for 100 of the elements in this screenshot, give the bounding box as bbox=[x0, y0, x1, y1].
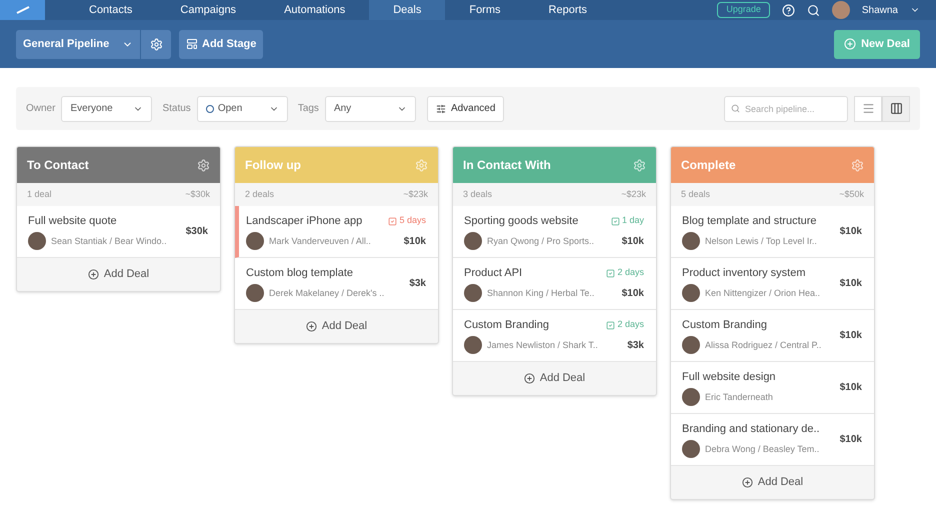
avatar bbox=[464, 284, 482, 302]
add-deal-button[interactable]: Add Deal bbox=[671, 466, 874, 499]
view-toggle[interactable] bbox=[882, 96, 910, 122]
deal-title: Product inventory system bbox=[682, 266, 806, 281]
deal-card[interactable]: Full website quote Sean Stantiak / Bear Windo.. $30k bbox=[17, 206, 220, 258]
plus-icon bbox=[306, 321, 317, 332]
deal-value: $30k bbox=[186, 225, 208, 239]
status-select[interactable]: Open bbox=[196, 96, 288, 122]
deal-count: 3 deals bbox=[463, 188, 492, 201]
upgrade-button[interactable]: Upgrade bbox=[717, 2, 770, 18]
stage-total: ~$50k bbox=[839, 188, 864, 201]
help-icon[interactable] bbox=[782, 4, 795, 16]
pipeline-select[interactable]: General Pipeline bbox=[16, 30, 140, 58]
logo-icon[interactable] bbox=[0, 0, 45, 20]
avatar bbox=[246, 284, 264, 302]
deal-card[interactable]: Landscaper iPhone app 5 days Mark Vanderveuven / All.. $10k bbox=[235, 206, 438, 258]
stage-name: Complete bbox=[681, 157, 736, 174]
deal-title: Blog template and structure bbox=[682, 214, 817, 229]
stage-name: Follow up bbox=[245, 157, 301, 174]
stage-name: To Contact bbox=[27, 157, 89, 174]
deal-title: Full website design bbox=[682, 370, 776, 385]
add-stage-button[interactable]: Add Stage bbox=[179, 30, 264, 58]
search-field[interactable]: Search pipeline... bbox=[724, 96, 848, 122]
add-deal-button[interactable]: Add Deal bbox=[453, 362, 656, 395]
deal-card[interactable]: Product API 2 days Shannon King / Herbal Te.. $10k bbox=[453, 258, 656, 310]
deal-card[interactable]: Blog template and structure Nelson Lewis / Top Level Ir.. $10k bbox=[671, 206, 874, 258]
contact-name: Ryan Qwong / Pro Sports.. bbox=[487, 234, 594, 248]
contact-name: Eric Tanderneath bbox=[705, 390, 773, 404]
task-check-icon bbox=[610, 216, 620, 226]
contact-name: Mark Vanderveuven / All.. bbox=[269, 234, 371, 248]
search-icon[interactable] bbox=[806, 4, 820, 16]
nav-tab[interactable]: Contacts bbox=[65, 0, 156, 20]
task-check-icon bbox=[606, 320, 616, 330]
deal-title: Sporting goods website bbox=[464, 214, 578, 229]
deal-title: Full website quote bbox=[28, 214, 117, 229]
deal-value: $10k bbox=[404, 234, 426, 249]
settings-icon[interactable] bbox=[197, 158, 210, 172]
deal-card[interactable]: Custom blog template Derek Makelaney / Derek's .. $3k bbox=[235, 258, 438, 310]
plus-icon bbox=[844, 38, 856, 50]
user-name[interactable]: Shawna bbox=[862, 2, 898, 18]
nav-tab[interactable]: Forms bbox=[445, 0, 525, 20]
nav-tab[interactable]: Automations bbox=[260, 0, 370, 20]
due-label: 2 days bbox=[606, 318, 644, 332]
filter-label: Status bbox=[162, 102, 191, 116]
deal-value: $3k bbox=[627, 338, 644, 353]
deal-value: $10k bbox=[622, 234, 644, 249]
deal-card[interactable]: Sporting goods website 1 day Ryan Qwong / Pro Sports.. $10k bbox=[453, 206, 656, 258]
deal-card[interactable]: Branding and stationary de.. Debra Wong / Beasley Tem.. $10k bbox=[671, 414, 874, 466]
contact-name: Nelson Lewis / Top Level Ir.. bbox=[705, 234, 817, 248]
deal-title: Landscaper iPhone app bbox=[246, 214, 362, 229]
deal-value: $10k bbox=[840, 225, 862, 239]
contact-name: Shannon King / Herbal Te.. bbox=[487, 286, 594, 300]
avatar bbox=[682, 284, 700, 302]
deal-title: Custom blog template bbox=[246, 266, 353, 281]
avatar[interactable] bbox=[832, 1, 850, 19]
contact-name: James Newliston / Shark T.. bbox=[487, 338, 598, 352]
deal-value: $3k bbox=[409, 277, 426, 291]
contact-name: Derek Makelaney / Derek's .. bbox=[269, 286, 384, 300]
stage-total: ~$23k bbox=[621, 188, 646, 201]
add-deal-button[interactable]: Add Deal bbox=[235, 310, 438, 343]
tags-select[interactable]: Any bbox=[324, 96, 416, 122]
avatar bbox=[682, 440, 700, 458]
deal-card[interactable]: Full website design Eric Tanderneath $10k bbox=[671, 362, 874, 414]
stage-name: In Contact With bbox=[463, 157, 551, 174]
nav-tab[interactable]: Reports bbox=[524, 0, 612, 20]
contact-name: Ken Nittengizer / Orion Hea.. bbox=[705, 286, 820, 300]
avatar bbox=[28, 232, 46, 250]
deal-value: $10k bbox=[840, 329, 862, 343]
task-check-icon bbox=[388, 216, 398, 226]
deal-card[interactable]: Custom Branding 2 days James Newliston / Shark T.. $3k bbox=[453, 310, 656, 362]
deal-card[interactable]: Custom Branding Alissa Rodriguez / Central P.. $10k bbox=[671, 310, 874, 362]
deal-title: Custom Branding bbox=[464, 318, 549, 333]
deal-title: Branding and stationary de.. bbox=[682, 422, 820, 437]
stage-total: ~$23k bbox=[403, 188, 428, 201]
owner-select[interactable]: Everyone bbox=[61, 96, 152, 122]
task-check-icon bbox=[606, 268, 616, 278]
filter-label: Tags bbox=[298, 102, 319, 116]
settings-button[interactable] bbox=[141, 30, 171, 58]
avatar bbox=[682, 336, 700, 354]
avatar bbox=[682, 232, 700, 250]
deal-card[interactable]: Product inventory system Ken Nittengizer / Orion Hea.. $10k bbox=[671, 258, 874, 310]
filter-label: Owner bbox=[26, 102, 56, 116]
board-view-icon bbox=[890, 102, 902, 115]
contact-name: Debra Wong / Beasley Tem.. bbox=[705, 442, 820, 456]
deal-count: 5 deals bbox=[681, 188, 710, 201]
nav-tab[interactable]: Campaigns bbox=[156, 0, 260, 20]
settings-icon[interactable] bbox=[633, 158, 646, 172]
view-toggle[interactable] bbox=[854, 96, 882, 122]
contact-name: Sean Stantiak / Bear Windo.. bbox=[51, 234, 167, 248]
nav-tab[interactable]: Deals bbox=[369, 0, 446, 20]
add-deal-button[interactable]: Add Deal bbox=[17, 258, 220, 291]
deal-value: $10k bbox=[840, 433, 862, 447]
deal-value: $10k bbox=[840, 381, 862, 395]
deal-count: 2 deals bbox=[245, 188, 274, 201]
settings-icon[interactable] bbox=[851, 158, 864, 172]
avatar bbox=[682, 388, 700, 406]
plus-icon bbox=[742, 477, 753, 488]
stage-total: ~$30k bbox=[185, 188, 210, 201]
settings-icon bbox=[150, 38, 162, 50]
advanced-button[interactable]: Advanced bbox=[426, 96, 504, 122]
